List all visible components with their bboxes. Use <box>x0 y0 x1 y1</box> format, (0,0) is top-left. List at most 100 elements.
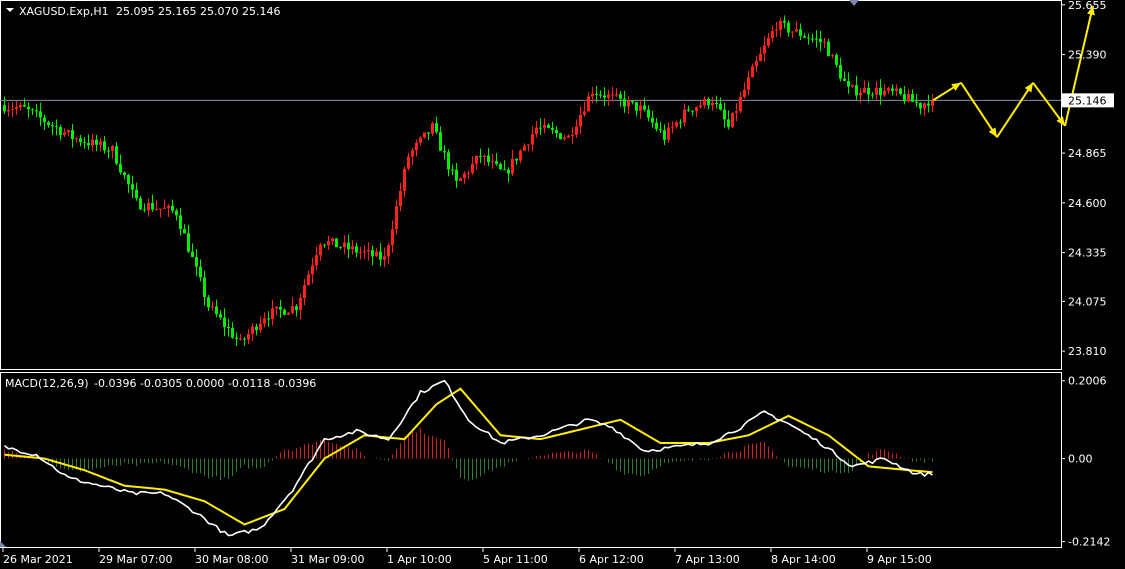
macd-axis-label: 0.00 <box>1068 453 1093 466</box>
candle-body <box>779 20 782 30</box>
candle-body <box>763 45 766 54</box>
candle-body <box>311 265 314 275</box>
candle-body <box>31 109 34 111</box>
candle-body <box>587 96 590 112</box>
candle-body <box>191 251 194 258</box>
candle-body <box>107 150 110 152</box>
candle-body <box>663 130 666 140</box>
candle-body <box>551 127 554 130</box>
candle-body <box>215 306 218 315</box>
candle-body <box>923 103 926 109</box>
candle-body <box>567 135 570 138</box>
candle-body <box>871 94 874 96</box>
candle-body <box>531 133 534 145</box>
candle-body <box>95 139 98 145</box>
candle-body <box>227 326 230 329</box>
candle-body <box>631 100 634 103</box>
candle-body <box>167 205 170 208</box>
candle-body <box>315 255 318 266</box>
candle-body <box>887 88 890 91</box>
time-axis-label: 30 Mar 08:00 <box>195 553 268 566</box>
candle-body <box>115 146 118 164</box>
candle-body <box>15 107 18 110</box>
candle-body <box>647 109 650 118</box>
candle-body <box>715 102 718 104</box>
candle-body <box>615 94 618 96</box>
candle-body <box>883 90 886 96</box>
chart-ohlc-values: 25.095 25.165 25.070 25.146 <box>116 5 280 18</box>
candle-body <box>755 60 758 67</box>
candle-body <box>323 244 326 246</box>
candle-body <box>463 173 466 179</box>
candle-body <box>271 308 274 320</box>
candle-body <box>731 112 734 127</box>
candle-body <box>55 126 58 128</box>
candle-body <box>391 229 394 246</box>
candle-body <box>39 111 42 118</box>
candle-body <box>851 85 854 87</box>
candle-body <box>171 205 174 211</box>
candle-body <box>219 314 222 318</box>
candle-body <box>175 210 178 216</box>
candle-body <box>875 87 878 95</box>
candle-body <box>435 123 438 133</box>
time-axis-label: 1 Apr 10:00 <box>387 553 452 566</box>
candle-body <box>491 161 494 163</box>
candle-body <box>235 337 238 339</box>
candle-body <box>583 111 586 115</box>
candle-body <box>579 114 582 127</box>
candle-body <box>699 105 702 108</box>
price-axis-label: 24.075 <box>1068 295 1107 308</box>
candle-body <box>63 132 66 136</box>
time-axis-label: 8 Apr 14:00 <box>771 553 836 566</box>
candle-body <box>51 124 54 127</box>
candle-body <box>563 137 566 140</box>
candle-body <box>179 215 182 229</box>
macd-axis-label: 0.2006 <box>1068 375 1107 388</box>
candle-body <box>695 107 698 112</box>
candle-body <box>147 202 150 211</box>
candle-body <box>299 298 302 311</box>
candle-body <box>543 124 546 128</box>
candle-body <box>767 38 770 46</box>
candle-body <box>919 102 922 109</box>
candle-body <box>739 97 742 112</box>
candle-body <box>443 150 446 153</box>
candle-body <box>603 95 606 98</box>
candle-body <box>803 36 806 38</box>
candle-body <box>811 38 814 40</box>
candle-body <box>363 251 366 253</box>
candle-body <box>807 37 810 39</box>
candle-body <box>723 109 726 120</box>
candle-body <box>891 88 894 92</box>
candle-body <box>91 139 94 146</box>
candle-body <box>907 94 910 102</box>
candle-body <box>915 101 918 103</box>
candle-body <box>427 132 430 134</box>
candle-body <box>591 93 594 97</box>
candle-body <box>67 130 70 133</box>
candle-body <box>267 318 270 320</box>
price-axis-label: 23.810 <box>1068 345 1107 358</box>
candle-body <box>399 190 402 207</box>
candle-body <box>683 109 686 123</box>
candle-body <box>451 169 454 171</box>
candle-body <box>203 277 206 298</box>
candle-body <box>575 126 578 135</box>
candle-body <box>47 122 50 125</box>
candle-body <box>383 256 386 260</box>
candle-body <box>487 155 490 163</box>
candle-body <box>795 29 798 32</box>
candle-body <box>855 85 858 96</box>
candle-body <box>827 41 830 57</box>
candle-body <box>19 104 22 108</box>
candle-body <box>283 309 286 315</box>
candle-body <box>231 328 234 338</box>
candle-body <box>71 130 74 139</box>
candle-body <box>571 134 574 136</box>
candle-body <box>155 208 158 210</box>
candle-body <box>655 122 658 130</box>
candle-body <box>99 141 102 145</box>
price-axis-label: 25.390 <box>1068 49 1107 62</box>
time-axis-label: 5 Apr 11:00 <box>483 553 548 566</box>
